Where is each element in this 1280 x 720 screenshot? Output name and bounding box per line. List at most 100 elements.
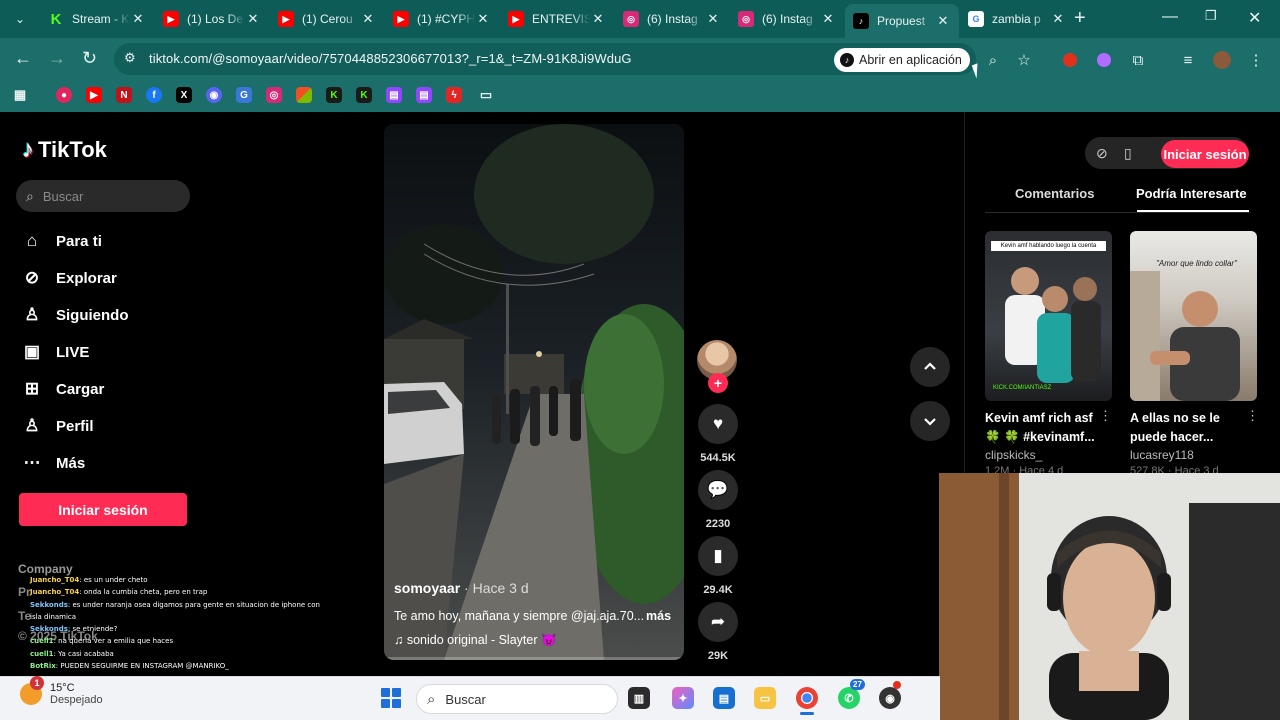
new-tab-button[interactable]: + [1074,8,1086,28]
nav-cargar[interactable]: ⊞ Cargar [22,379,104,399]
suggested-title[interactable]: A ellas no se le puede hacer... [1130,409,1250,447]
microsoft-store-icon[interactable]: ▤ [713,687,735,709]
tab-podria-interesarte[interactable]: Podría Interesarte [1136,186,1247,201]
author-name[interactable]: somoyaar [394,580,460,596]
close-tab-icon[interactable]: ✕ [590,11,606,27]
back-button[interactable]: ← [14,48,32,69]
profile-avatar-icon[interactable] [1212,50,1232,70]
nav-siguiendo[interactable]: ♙ Siguiendo [22,305,128,325]
suggested-video-thumb[interactable]: Kevin amf hablando luego la cuenta KICK.… [985,231,1112,401]
close-tab-icon[interactable]: ✕ [360,11,376,27]
browser-tab[interactable]: Gzambia p ✕ [960,4,1074,34]
bookmark-microsoft-icon[interactable] [296,87,312,103]
share-icon[interactable]: ➦ [698,602,738,642]
close-tab-icon[interactable]: ✕ [705,11,721,27]
close-tab-icon[interactable]: ✕ [130,11,146,27]
task-view-icon[interactable]: ▥ [628,687,650,709]
bookmark-discord-icon[interactable]: ◉ [206,87,222,103]
suggested-video-thumb[interactable]: "Amor que lindo collar" [1130,231,1257,401]
tab-comentarios[interactable]: Comentarios [1015,186,1094,201]
zoom-icon[interactable]: ⌕ [983,50,1003,70]
bookmark-star-icon[interactable]: ☆ [1014,50,1034,70]
close-tab-icon[interactable]: ✕ [475,11,491,27]
suggested-author[interactable]: clipskicks_ [985,448,1042,462]
video-author[interactable]: somoyaar · Hace 3 d [394,580,529,596]
more-options-icon[interactable]: ⋮ [1099,408,1112,424]
suggested-author[interactable]: lucasrey118 [1130,448,1194,462]
tab-search-chevron-icon[interactable]: ⌄ [8,7,32,31]
nav-explorar[interactable]: ⊘ Explorar [22,268,117,288]
windows-start-button[interactable] [381,688,401,708]
nav-mas[interactable]: ⋯ Más [22,453,86,473]
like-action[interactable]: ♥ 544.5K [697,404,739,464]
comment-icon[interactable]: 💬 [698,470,738,510]
bookmark-kick-icon[interactable]: K [326,87,342,103]
more-options-icon[interactable]: ⋮ [1246,408,1259,424]
reload-button[interactable]: ↻ [82,48,97,69]
bookmark-x-icon[interactable]: X [176,87,192,103]
bookmark-folder-icon[interactable]: ▭ [478,87,494,103]
site-settings-icon[interactable]: ⚙ [124,50,136,66]
bookmark-circle-red-icon[interactable]: ● [56,87,72,103]
close-tab-icon[interactable]: ✕ [935,13,951,29]
heart-icon[interactable]: ♥ [698,404,738,444]
taskbar-search[interactable]: ⌕ Buscar [416,684,618,714]
login-button-sidebar[interactable]: Iniciar sesión [19,493,187,526]
next-video-button[interactable] [910,401,950,441]
tiktok-logo[interactable]: ♪ TikTok [22,136,107,164]
bookmark-netflix-icon[interactable]: N [116,87,132,103]
footer-link-partial[interactable]: Pr [18,585,31,599]
close-tab-icon[interactable]: ✕ [820,11,836,27]
compass-icon[interactable]: ⊘ [1096,145,1108,162]
extension-purple-icon[interactable] [1094,50,1114,70]
phone-icon[interactable]: ▯ [1124,145,1132,162]
bookmark-icon[interactable]: ▮ [698,536,738,576]
bookmark-translate-icon[interactable]: G [236,87,252,103]
weather-widget[interactable]: 1 15°C Despejado [20,676,103,706]
chrome-icon[interactable] [796,687,818,715]
video-player[interactable]: somoyaar · Hace 3 d Te amo hoy, mañana y… [384,124,684,660]
suggested-title[interactable]: Kevin amf rich asf 🍀 🍀 #kevinamf... [985,409,1105,447]
browser-tab[interactable]: ▶ (1) Los De ✕ [155,4,269,34]
whatsapp-icon[interactable]: ✆ 27 [838,679,865,709]
bookmark-instagram-icon[interactable]: ◎ [266,87,282,103]
open-in-app-button[interactable]: ♪ Abrir en aplicación [834,48,970,72]
previous-video-button[interactable] [910,347,950,387]
bookmark-youtube-icon[interactable]: ▶ [86,87,102,103]
browser-tab[interactable]: ◎ (6) Instag ✕ [615,4,729,34]
login-button-header[interactable]: Iniciar sesión [1161,140,1249,168]
close-tab-icon[interactable]: ✕ [245,11,261,27]
share-action[interactable]: ➦ 29K [697,602,739,662]
browser-tab[interactable]: ♪ Propuest ✕ [845,4,959,38]
copilot-icon[interactable]: ✦ [672,687,694,709]
follow-plus-button[interactable]: + [708,373,728,393]
bookmark-twitch-icon-2[interactable]: ▤ [416,87,432,103]
caption-more-link[interactable]: más [646,609,671,623]
extensions-puzzle-icon[interactable]: ⧉ [1128,50,1148,70]
close-window-button[interactable]: ✕ [1248,8,1261,28]
save-action[interactable]: ▮ 29.4K [697,536,739,596]
video-sound[interactable]: ♫ sonido original - Slayter 😈 [394,633,557,648]
search-input[interactable]: ⌕ Buscar [16,180,190,212]
browser-tab[interactable]: ▶ (1) #CYPH ✕ [385,4,499,34]
close-tab-icon[interactable]: ✕ [1050,11,1066,27]
video-progress-bar[interactable] [384,657,684,660]
comment-action[interactable]: 💬 2230 [697,470,739,530]
nav-live[interactable]: ▣ LIVE [22,342,89,362]
browser-menu-icon[interactable]: ⋮ [1246,50,1266,70]
bookmark-lightning-icon[interactable]: ϟ [446,87,462,103]
restore-button[interactable]: ❐ [1205,8,1217,24]
apps-grid-icon[interactable]: ▦ [12,87,28,103]
file-explorer-icon[interactable]: ▭ [754,687,776,709]
nav-perfil[interactable]: ♙ Perfil [22,416,93,436]
extension-red-icon[interactable] [1060,50,1080,70]
app-icon[interactable]: ◉ [879,681,901,709]
browser-tab[interactable]: K Stream - Kick✕ [40,4,154,34]
browser-tab[interactable]: ▶ (1) Cerou ✕ [270,4,384,34]
bookmark-kick-icon-2[interactable]: K [356,87,372,103]
browser-tab[interactable]: ▶ ENTREVIS ✕ [500,4,614,34]
bookmark-twitch-icon[interactable]: ▤ [386,87,402,103]
media-control-icon[interactable]: ≡ [1178,50,1198,70]
bookmark-facebook-icon[interactable]: f [146,87,162,103]
nav-para-ti[interactable]: ⌂ Para ti [22,231,102,251]
